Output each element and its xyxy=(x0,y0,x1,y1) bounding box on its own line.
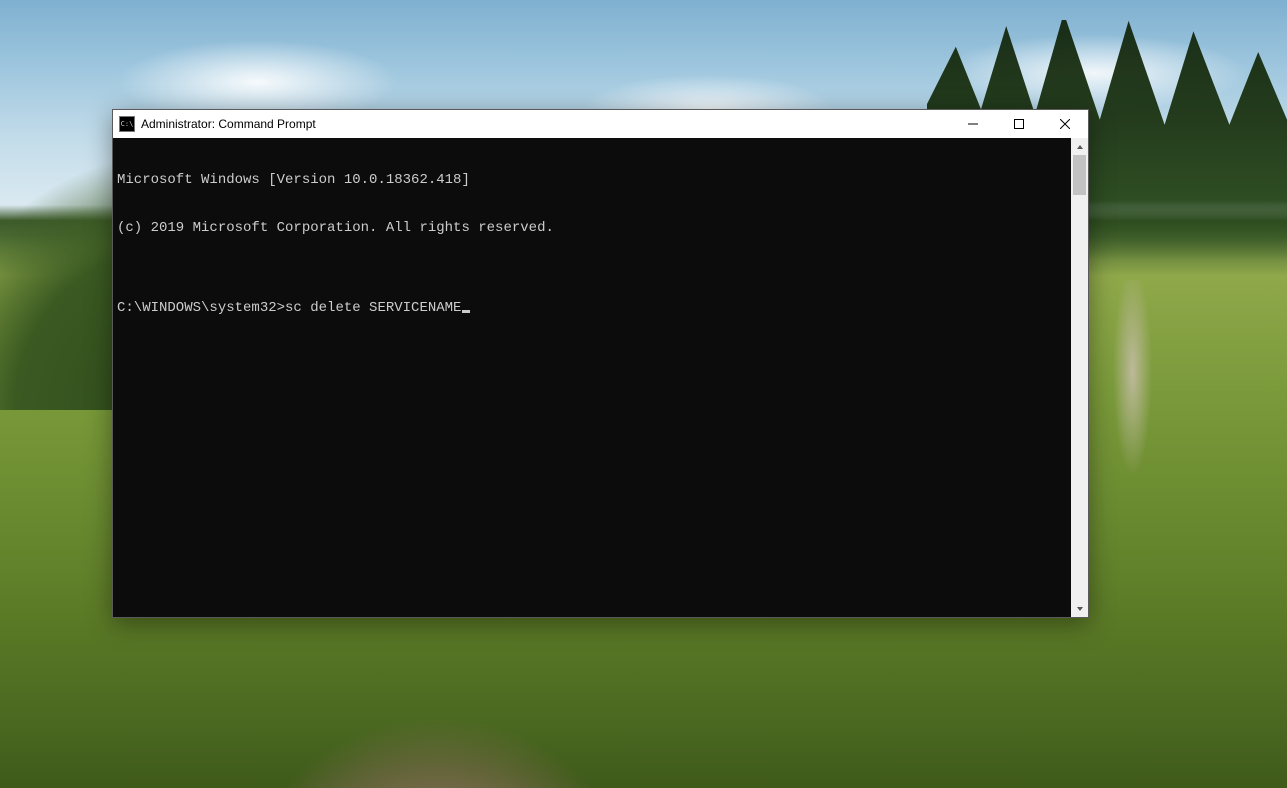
chevron-up-icon xyxy=(1076,143,1084,151)
scroll-down-button[interactable] xyxy=(1071,600,1088,617)
terminal-line: (c) 2019 Microsoft Corporation. All righ… xyxy=(117,220,1067,236)
terminal-output[interactable]: Microsoft Windows [Version 10.0.18362.41… xyxy=(113,138,1071,617)
window-title: Administrator: Command Prompt xyxy=(141,117,316,131)
terminal-command: sc delete SERVICENAME xyxy=(285,300,461,316)
terminal-prompt: C:\WINDOWS\system32> xyxy=(117,300,285,316)
titlebar[interactable]: Administrator: Command Prompt xyxy=(113,110,1088,138)
terminal-line: Microsoft Windows [Version 10.0.18362.41… xyxy=(117,172,1067,188)
terminal-prompt-line: C:\WINDOWS\system32>sc delete SERVICENAM… xyxy=(117,300,1067,316)
chevron-down-icon xyxy=(1076,605,1084,613)
close-icon xyxy=(1060,119,1070,129)
scrollbar-track[interactable] xyxy=(1071,155,1088,600)
command-prompt-window: Administrator: Command Prompt Microsoft … xyxy=(112,109,1089,618)
client-area: Microsoft Windows [Version 10.0.18362.41… xyxy=(113,138,1088,617)
scroll-up-button[interactable] xyxy=(1071,138,1088,155)
minimize-icon xyxy=(968,119,978,129)
minimize-button[interactable] xyxy=(950,110,996,138)
terminal-cursor xyxy=(462,310,470,313)
vertical-scrollbar[interactable] xyxy=(1071,138,1088,617)
close-button[interactable] xyxy=(1042,110,1088,138)
maximize-icon xyxy=(1014,119,1024,129)
maximize-button[interactable] xyxy=(996,110,1042,138)
window-controls xyxy=(950,110,1088,138)
scrollbar-thumb[interactable] xyxy=(1073,155,1086,195)
cmd-icon xyxy=(119,116,135,132)
